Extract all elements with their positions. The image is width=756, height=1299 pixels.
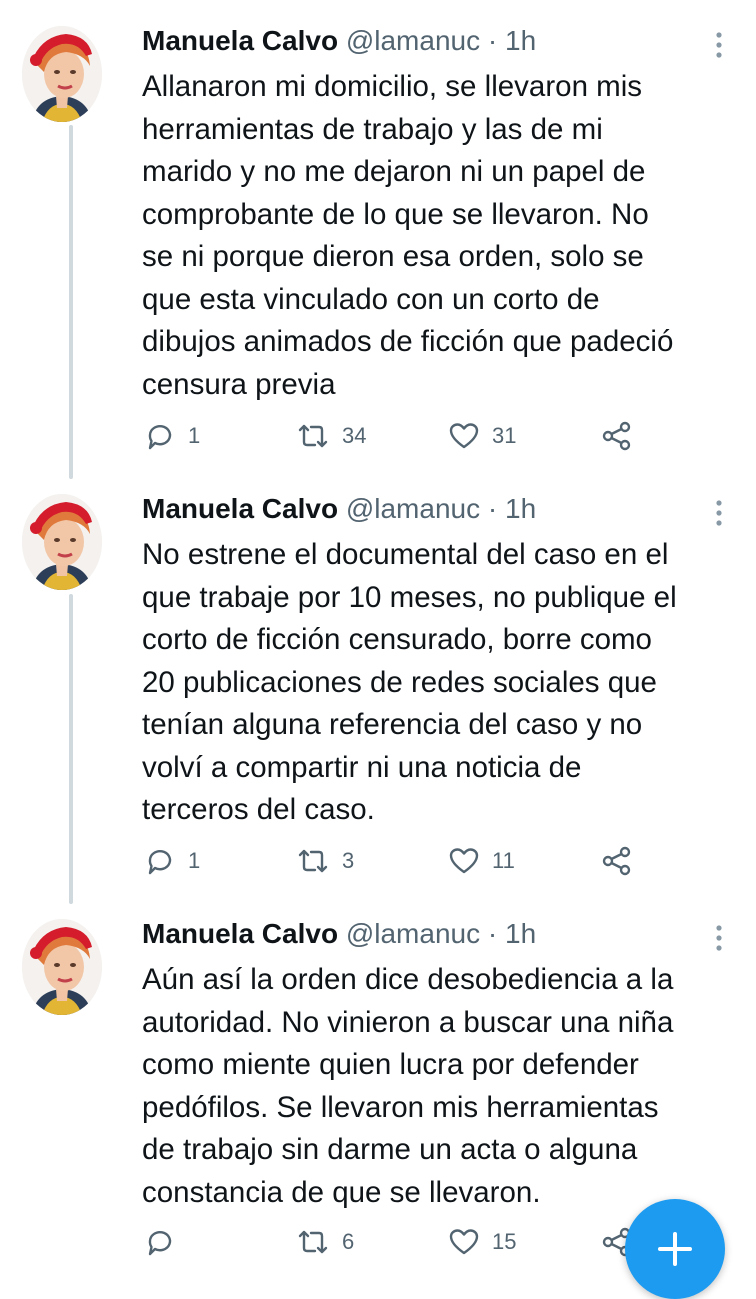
plus-icon (658, 1232, 692, 1266)
author-name[interactable]: Manuela Calvo (142, 25, 338, 56)
author-handle[interactable]: @lamanuc (346, 25, 480, 56)
tweet-time[interactable]: 1h (505, 493, 536, 524)
reply-count: 1 (188, 848, 201, 873)
tweet-text-line: autoridad. No vinieron a buscar una niña (142, 1005, 674, 1039)
tweet-header: Manuela Calvo @lamanuc · 1h (142, 24, 536, 58)
share-button[interactable] (601, 841, 633, 881)
tweet-text: No estrene el documental del caso en el … (142, 534, 742, 832)
tweet-text: Allanaron mi domicilio, se llevaron mis … (142, 66, 742, 406)
tweet-text-line: 20 publicaciones de redes sociales que (142, 665, 657, 699)
reply-icon (144, 845, 176, 877)
like-count: 11 (492, 848, 515, 873)
share-button[interactable] (601, 416, 633, 456)
avatar[interactable] (22, 494, 102, 590)
avatar[interactable] (22, 919, 102, 1015)
tweet-text: Aún así la orden dice desobediencia a la… (142, 959, 742, 1214)
author-handle[interactable]: @lamanuc (346, 493, 480, 524)
heart-icon (448, 845, 480, 877)
reply-button[interactable] (144, 1222, 188, 1262)
retweet-count: 3 (342, 848, 355, 873)
tweet-text-line: de trabajo sin darme un acta o alguna (142, 1133, 638, 1166)
more-options-icon[interactable] (704, 498, 734, 528)
tweet-text-line: pedófilos. Se llevaron mis herramientas (142, 1090, 659, 1124)
retweet-icon (296, 1226, 330, 1258)
tweet-text-line: volví a compartir ni una noticia de (142, 750, 582, 784)
tweet-text-line: No estrene el documental del caso en el (142, 538, 669, 571)
tweet[interactable]: Manuela Calvo @lamanuc · 1h No estrene e… (0, 490, 756, 890)
like-button[interactable]: 31 (448, 416, 516, 456)
like-button[interactable]: 11 (448, 841, 515, 881)
tweet-header: Manuela Calvo @lamanuc · 1h (142, 492, 536, 526)
heart-icon (448, 1226, 480, 1258)
author-handle[interactable]: @lamanuc (346, 918, 480, 949)
tweet-text-line: Allanaron mi domicilio, se llevaron mis (142, 70, 643, 103)
heart-icon (448, 420, 480, 452)
more-options-icon[interactable] (704, 923, 734, 953)
author-name[interactable]: Manuela Calvo (142, 918, 338, 949)
tweet-actions: 1 3 11 (0, 841, 756, 881)
compose-tweet-button[interactable] (625, 1199, 725, 1299)
retweet-button[interactable]: 3 (296, 841, 354, 881)
tweet-text-line: comprobante de lo que se llevaron. No (142, 197, 649, 231)
share-icon (601, 420, 633, 452)
tweet-actions: 1 34 31 (0, 416, 756, 456)
reply-button[interactable]: 1 (144, 416, 200, 456)
separator-dot: · (487, 918, 498, 949)
share-icon (601, 845, 633, 877)
retweet-count: 6 (342, 1229, 355, 1254)
reply-button[interactable]: 1 (144, 841, 200, 881)
author-name[interactable]: Manuela Calvo (142, 493, 338, 524)
tweet-header: Manuela Calvo @lamanuc · 1h (142, 917, 536, 951)
tweet-text-line: Aún así la orden dice desobediencia a la (142, 963, 674, 996)
more-options-icon[interactable] (704, 30, 734, 60)
like-count: 31 (492, 423, 517, 448)
tweet-time[interactable]: 1h (505, 918, 536, 949)
reply-icon (144, 420, 176, 452)
tweet-text-line: dibujos animados de ficción que padeció (142, 325, 674, 358)
reply-icon (144, 1226, 176, 1258)
retweet-count: 34 (342, 423, 367, 448)
retweet-button[interactable]: 34 (296, 416, 366, 456)
avatar[interactable] (22, 26, 102, 122)
retweet-icon (296, 845, 330, 877)
tweet-text-line: terceros del caso. (142, 793, 375, 826)
tweet-text-line: censura previa (142, 367, 336, 401)
tweet-text-line: marido y no me dejaron ni un papel de (142, 155, 646, 188)
tweet-text-line: tenían alguna referencia del caso y no (142, 708, 643, 741)
tweet-text-line: corto de ficción censurado, borre como (142, 623, 652, 656)
tweet-text-line: que trabaje por 10 meses, no publique el (142, 580, 677, 614)
separator-dot: · (487, 25, 498, 56)
like-count: 15 (492, 1229, 517, 1254)
tweet-text-line: se ni porque dieron esa orden, solo se (142, 240, 644, 273)
like-button[interactable]: 15 (448, 1222, 516, 1262)
tweet-text-line: herramientas de trabajo y las de mi (142, 112, 603, 146)
tweet-text-line: que esta vinculado con un corto de (142, 282, 600, 316)
tweet-time[interactable]: 1h (505, 25, 536, 56)
tweet[interactable]: Manuela Calvo @lamanuc · 1h Allanaron mi… (0, 22, 756, 462)
reply-count: 1 (188, 423, 201, 448)
separator-dot: · (487, 493, 498, 524)
retweet-icon (296, 420, 330, 452)
retweet-button[interactable]: 6 (296, 1222, 354, 1262)
tweet-text-line: como miente quien lucra por defender (142, 1048, 639, 1081)
